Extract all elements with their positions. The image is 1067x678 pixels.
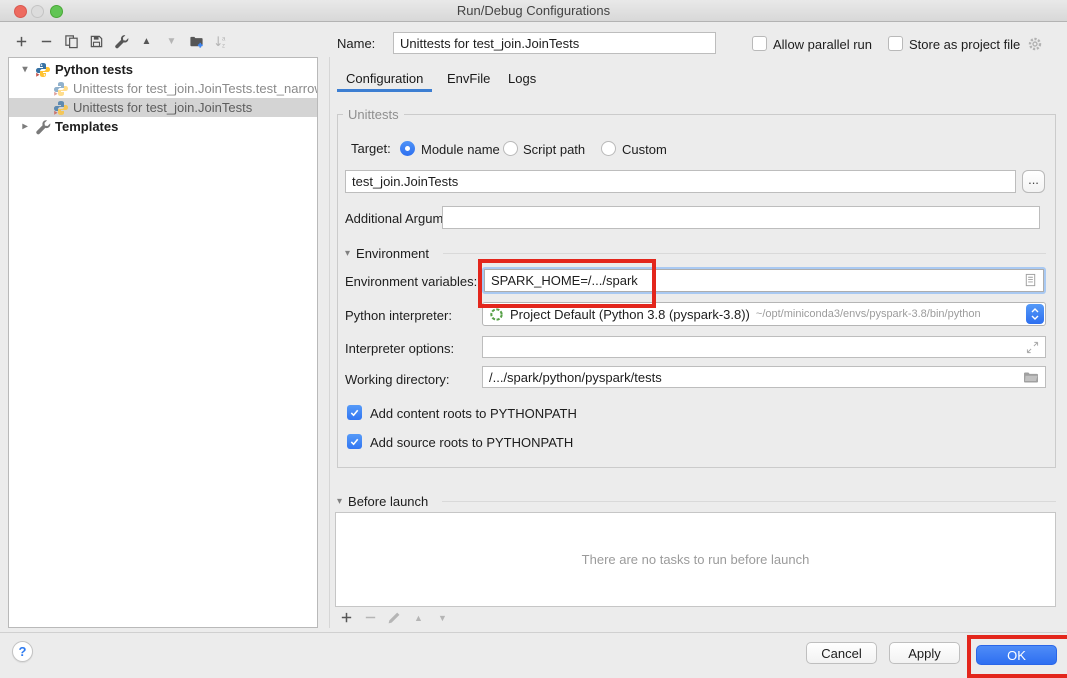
name-label: Name: xyxy=(337,36,375,51)
python-test-icon xyxy=(53,81,69,97)
before-launch-empty-text: There are no tasks to run before launch xyxy=(582,552,810,567)
section-rule xyxy=(442,501,1056,502)
working-directory-input[interactable]: /.../spark/python/pyspark/tests xyxy=(482,366,1046,388)
radio-script-path-label[interactable]: Script path xyxy=(523,142,585,157)
working-directory-label: Working directory: xyxy=(345,372,450,387)
section-rule xyxy=(443,253,1046,254)
active-tab-underline xyxy=(337,89,432,92)
environment-variables-label: Environment variables: xyxy=(345,274,477,289)
conda-environment-icon xyxy=(489,307,504,322)
tree-item-unittest-jointests[interactable]: Unittests for test_join.JoinTests xyxy=(9,98,317,117)
zoom-window-button[interactable] xyxy=(50,5,63,18)
add-source-roots-checkbox[interactable] xyxy=(347,434,362,449)
python-interpreter-value: Project Default (Python 3.8 (pyspark-3.8… xyxy=(510,307,750,322)
templates-wrench-icon xyxy=(35,119,51,135)
copy-configuration-icon[interactable] xyxy=(63,33,80,50)
footer-separator xyxy=(0,632,1067,633)
close-window-button[interactable] xyxy=(14,5,27,18)
python-test-icon xyxy=(53,100,69,116)
tab-configuration[interactable]: Configuration xyxy=(346,71,423,86)
sort-alphabetically-icon: az xyxy=(213,33,230,50)
store-as-project-file-label: Store as project file xyxy=(909,37,1020,52)
window-title: Run/Debug Configurations xyxy=(0,0,1067,21)
add-source-roots-label: Add source roots to PYTHONPATH xyxy=(370,435,573,450)
interpreter-options-input[interactable] xyxy=(482,336,1046,358)
add-content-roots-checkbox[interactable] xyxy=(347,405,362,420)
gear-icon[interactable] xyxy=(1026,35,1043,52)
browse-module-button[interactable]: ... xyxy=(1022,170,1045,193)
panel-divider[interactable] xyxy=(329,57,330,628)
tab-logs[interactable]: Logs xyxy=(508,71,536,86)
environment-variables-input[interactable]: SPARK_HOME=/.../spark xyxy=(482,267,1046,294)
interpreter-dropdown-stepper-icon[interactable] xyxy=(1026,304,1044,324)
add-configuration-icon[interactable] xyxy=(13,33,30,50)
cancel-button[interactable]: Cancel xyxy=(806,642,877,664)
new-folder-icon[interactable] xyxy=(188,33,205,50)
allow-parallel-run-checkbox[interactable] xyxy=(752,36,767,51)
tree-item-python-tests[interactable]: ▾ Python tests xyxy=(9,60,317,79)
store-as-project-file-checkbox[interactable] xyxy=(888,36,903,51)
allow-parallel-run-label: Allow parallel run xyxy=(773,37,872,52)
environment-variables-value: SPARK_HOME=/.../spark xyxy=(491,273,638,288)
target-label: Target: xyxy=(351,141,391,156)
svg-text:z: z xyxy=(222,43,225,49)
interpreter-options-label: Interpreter options: xyxy=(345,341,454,356)
configurations-tree: ▾ Python tests Unittests for test_join.J… xyxy=(8,57,318,628)
python-interpreter-label: Python interpreter: xyxy=(345,308,452,323)
module-name-value: test_join.JoinTests xyxy=(352,174,458,189)
working-directory-value: /.../spark/python/pyspark/tests xyxy=(489,370,662,385)
radio-script-path[interactable] xyxy=(503,141,518,156)
python-tests-icon xyxy=(35,62,51,78)
before-launch-section-header[interactable]: ▾ Before launch xyxy=(337,494,1056,509)
before-launch-task-list[interactable]: There are no tasks to run before launch xyxy=(335,512,1056,607)
tree-item-label: Unittests for test_join.JoinTests.test_n… xyxy=(73,81,318,96)
radio-custom[interactable] xyxy=(601,141,616,156)
browse-folder-icon[interactable] xyxy=(1023,371,1039,384)
environment-section-label: Environment xyxy=(356,246,429,261)
move-down-icon: ▼ xyxy=(163,33,180,50)
name-value: Unittests for test_join.JoinTests xyxy=(400,36,579,51)
before-launch-toolbar: ▲ ▼ xyxy=(339,610,450,625)
collapse-environment-icon[interactable]: ▾ xyxy=(345,248,350,259)
move-task-down-icon: ▼ xyxy=(435,610,450,625)
remove-task-icon xyxy=(363,610,378,625)
add-task-icon[interactable] xyxy=(339,610,354,625)
tree-item-label: Python tests xyxy=(55,62,133,77)
tree-item-unittest-test-narrow[interactable]: Unittests for test_join.JoinTests.test_n… xyxy=(9,79,317,98)
svg-text:a: a xyxy=(222,36,226,43)
expand-field-icon[interactable] xyxy=(1026,341,1039,354)
environment-section-header[interactable]: ▾ Environment xyxy=(345,246,1046,261)
edit-task-pencil-icon xyxy=(387,610,402,625)
tree-item-label: Templates xyxy=(55,119,118,134)
collapse-before-launch-icon[interactable]: ▾ xyxy=(337,496,342,507)
radio-custom-label[interactable]: Custom xyxy=(622,142,667,157)
name-input[interactable]: Unittests for test_join.JoinTests xyxy=(393,32,716,54)
radio-module-name[interactable] xyxy=(400,141,415,156)
tree-item-label: Unittests for test_join.JoinTests xyxy=(73,100,252,115)
additional-arguments-input[interactable] xyxy=(442,206,1040,229)
minimize-window-button[interactable] xyxy=(31,5,44,18)
browse-env-vars-icon[interactable] xyxy=(1023,273,1038,288)
move-task-up-icon: ▲ xyxy=(411,610,426,625)
title-bar: Run/Debug Configurations xyxy=(0,0,1067,22)
unittests-group-title: Unittests xyxy=(343,107,404,122)
python-interpreter-select[interactable]: Project Default (Python 3.8 (pyspark-3.8… xyxy=(482,302,1046,326)
python-interpreter-path: ~/opt/miniconda3/envs/pyspark-3.8/bin/py… xyxy=(756,308,981,320)
tab-envfile[interactable]: EnvFile xyxy=(447,71,490,86)
save-configuration-icon[interactable] xyxy=(88,33,105,50)
apply-button[interactable]: Apply xyxy=(889,642,960,664)
tree-collapse-icon[interactable]: ▾ xyxy=(19,64,31,75)
add-content-roots-label: Add content roots to PYTHONPATH xyxy=(370,406,577,421)
help-button[interactable]: ? xyxy=(12,641,33,662)
remove-configuration-icon[interactable] xyxy=(38,33,55,50)
configurations-toolbar: ▲ ▼ az xyxy=(13,33,230,50)
tree-item-templates[interactable]: ▸ Templates xyxy=(9,117,317,136)
radio-module-name-label[interactable]: Module name xyxy=(421,142,500,157)
ok-button[interactable]: OK xyxy=(976,645,1057,665)
tree-expand-icon[interactable]: ▸ xyxy=(19,121,31,132)
edit-templates-wrench-icon[interactable] xyxy=(113,33,130,50)
before-launch-section-label: Before launch xyxy=(348,494,428,509)
move-up-icon[interactable]: ▲ xyxy=(138,33,155,50)
module-name-input[interactable]: test_join.JoinTests xyxy=(345,170,1016,193)
